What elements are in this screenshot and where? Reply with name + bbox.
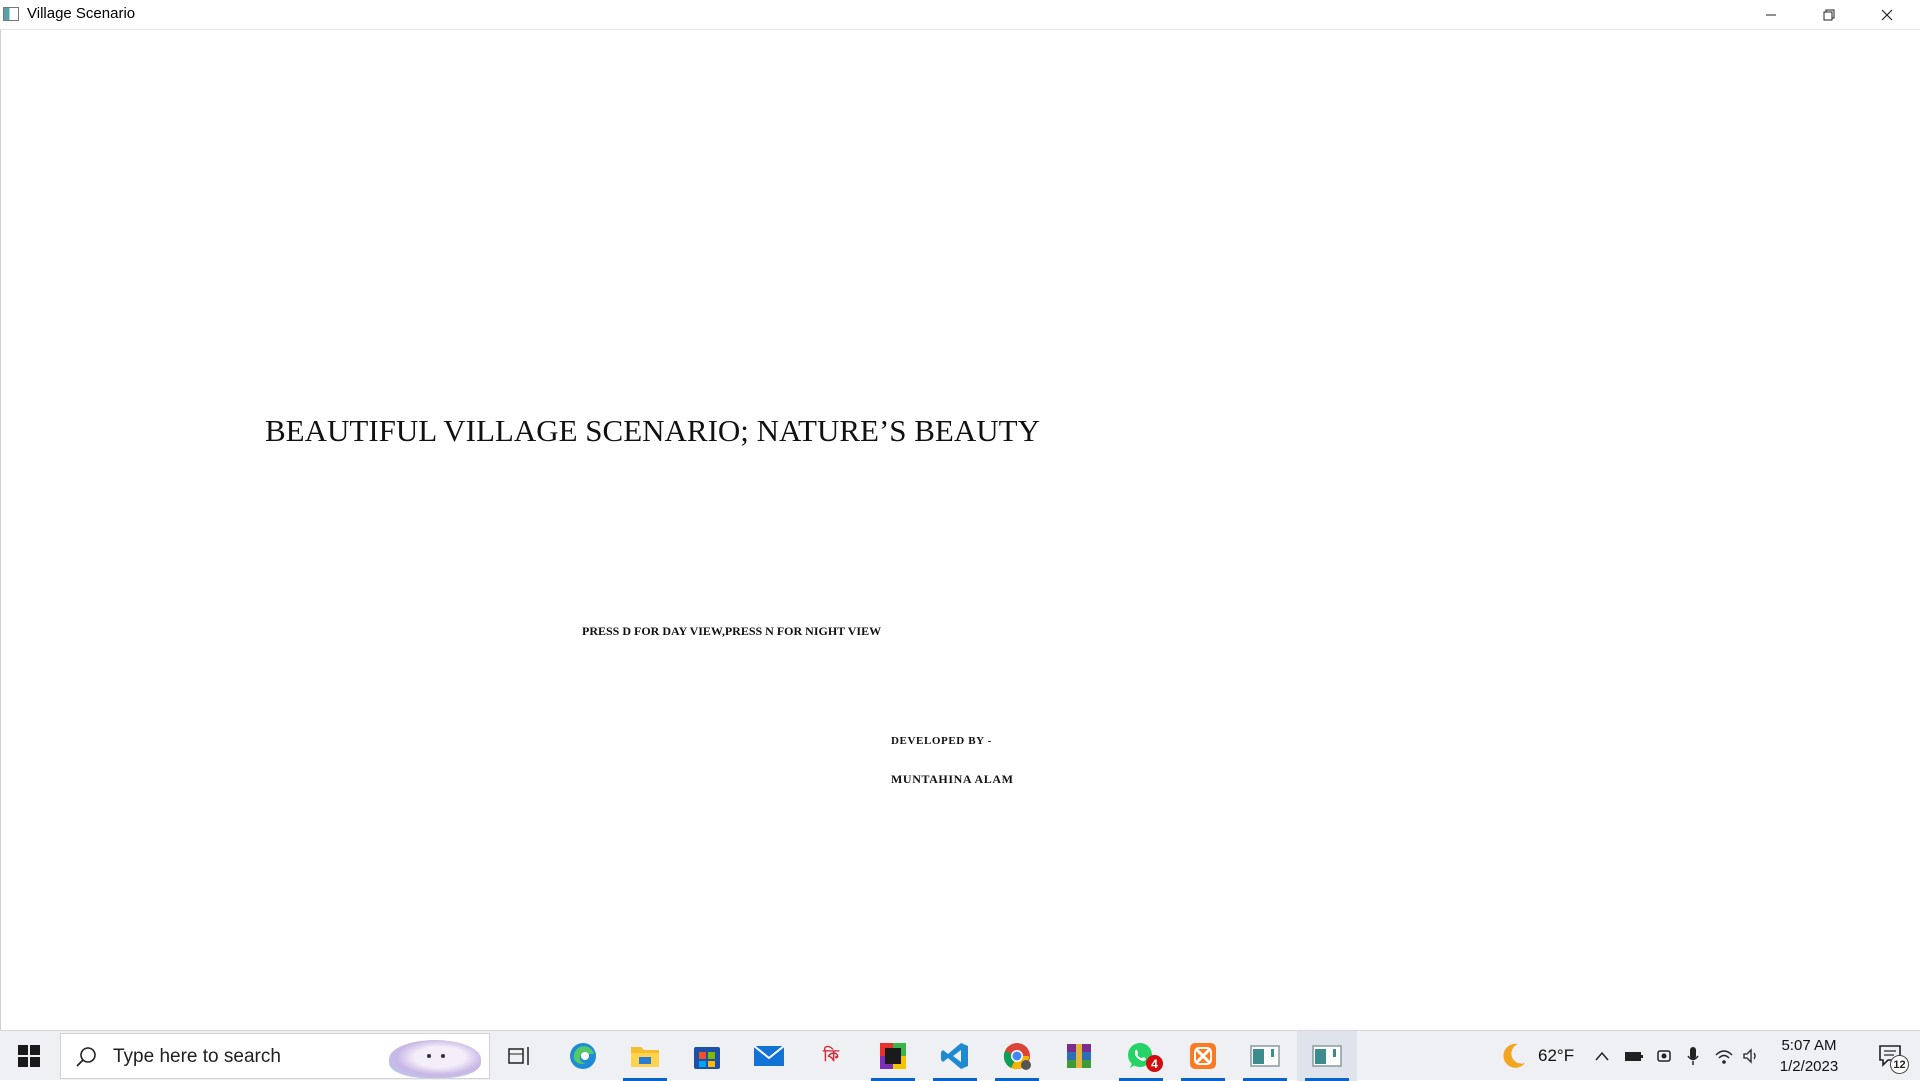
start-button[interactable] <box>0 1031 58 1081</box>
app-icon <box>3 7 19 21</box>
window-title: Village Scenario <box>27 5 136 22</box>
winrar-taskbar-button[interactable] <box>1049 1031 1109 1081</box>
whatsapp-taskbar-button[interactable]: 4 <box>1111 1031 1171 1081</box>
windows-logo-icon <box>18 1045 40 1067</box>
bear-eye <box>427 1054 431 1058</box>
bengali-app-icon: কি <box>823 1045 839 1065</box>
volume-tray-icon[interactable] <box>1742 1031 1760 1081</box>
mail-taskbar-button[interactable] <box>739 1031 799 1081</box>
folder-icon <box>631 1047 659 1067</box>
render-canvas[interactable] <box>0 30 1920 1030</box>
xampp-icon <box>1190 1043 1216 1069</box>
taskbar: কি <box>0 1030 1920 1081</box>
search-input[interactable] <box>111 1043 415 1071</box>
winrar-icon <box>1067 1044 1091 1068</box>
clock-date: 1/2/2023 <box>1779 1058 1839 1075</box>
developer-name: MUNTAHINA ALAM <box>891 772 1014 786</box>
wifi-tray-icon[interactable] <box>1714 1031 1734 1081</box>
taskbar-search[interactable] <box>60 1033 490 1079</box>
camera-icon <box>1657 1050 1671 1062</box>
polar-bear-highlight-icon[interactable] <box>389 1040 481 1078</box>
opengl-window-1-taskbar-button[interactable] <box>1235 1031 1295 1081</box>
restore-button[interactable] <box>1800 0 1858 29</box>
color-app-taskbar-button[interactable] <box>863 1031 923 1081</box>
restore-icon <box>1823 9 1835 20</box>
battery-tray-icon[interactable] <box>1624 1031 1644 1081</box>
moon-icon <box>1503 1043 1525 1068</box>
vscode-taskbar-button[interactable] <box>925 1031 985 1081</box>
bear-eye <box>441 1054 445 1058</box>
store-icon <box>694 1047 720 1069</box>
window-titlebar: Village Scenario <box>0 0 1920 30</box>
microphone-icon <box>1687 1047 1699 1065</box>
main-title: BEAUTIFUL VILLAGE SCENARIO; NATURE’S BEA… <box>265 413 1040 448</box>
notification-count-badge: 12 <box>1890 1055 1909 1074</box>
minimize-icon <box>1766 14 1776 15</box>
camera-tray-icon[interactable] <box>1656 1031 1672 1081</box>
close-icon <box>1881 9 1893 20</box>
weather-widget[interactable]: 62°F <box>1498 1031 1574 1081</box>
weather-temperature: 62°F <box>1538 1046 1575 1065</box>
developed-by-label: DEVELOPED BY - <box>891 735 992 747</box>
bengali-app-taskbar-button[interactable]: কি <box>801 1031 861 1081</box>
chrome-taskbar-button[interactable] <box>987 1031 1047 1081</box>
clock-time: 5:07 AM <box>1781 1037 1837 1054</box>
color-grid-icon <box>880 1043 906 1069</box>
mail-icon <box>753 1045 785 1066</box>
whatsapp-unread-badge: 4 <box>1146 1055 1163 1072</box>
battery-icon <box>1625 1052 1643 1061</box>
notification-center-button[interactable]: 12 <box>1866 1031 1916 1081</box>
xampp-taskbar-button[interactable] <box>1173 1031 1233 1081</box>
opengl-app-icon <box>1250 1045 1280 1067</box>
microphone-tray-icon[interactable] <box>1686 1031 1700 1081</box>
chevron-up-icon <box>1595 1051 1609 1061</box>
chrome-icon <box>1003 1043 1031 1070</box>
vscode-icon <box>941 1043 968 1069</box>
wifi-icon <box>1715 1050 1733 1064</box>
store-taskbar-button[interactable] <box>677 1031 737 1081</box>
edge-taskbar-button[interactable] <box>553 1031 613 1081</box>
close-button[interactable] <box>1858 0 1916 29</box>
file-explorer-taskbar-button[interactable] <box>615 1031 675 1081</box>
show-hidden-icons-button[interactable] <box>1594 1031 1610 1081</box>
opengl-app-icon <box>1312 1045 1342 1067</box>
task-view-button[interactable] <box>490 1031 550 1081</box>
opengl-window-2-taskbar-button[interactable] <box>1297 1031 1357 1081</box>
instructions-text: PRESS D FOR DAY VIEW,PRESS N FOR NIGHT V… <box>582 624 882 638</box>
search-icon <box>76 1047 96 1067</box>
task-view-icon <box>508 1047 529 1065</box>
speaker-icon <box>1743 1048 1756 1064</box>
minimize-button[interactable] <box>1742 0 1800 29</box>
edge-icon <box>570 1043 596 1069</box>
taskbar-clock[interactable]: 5:07 AM 1/2/2023 <box>1762 1035 1856 1077</box>
